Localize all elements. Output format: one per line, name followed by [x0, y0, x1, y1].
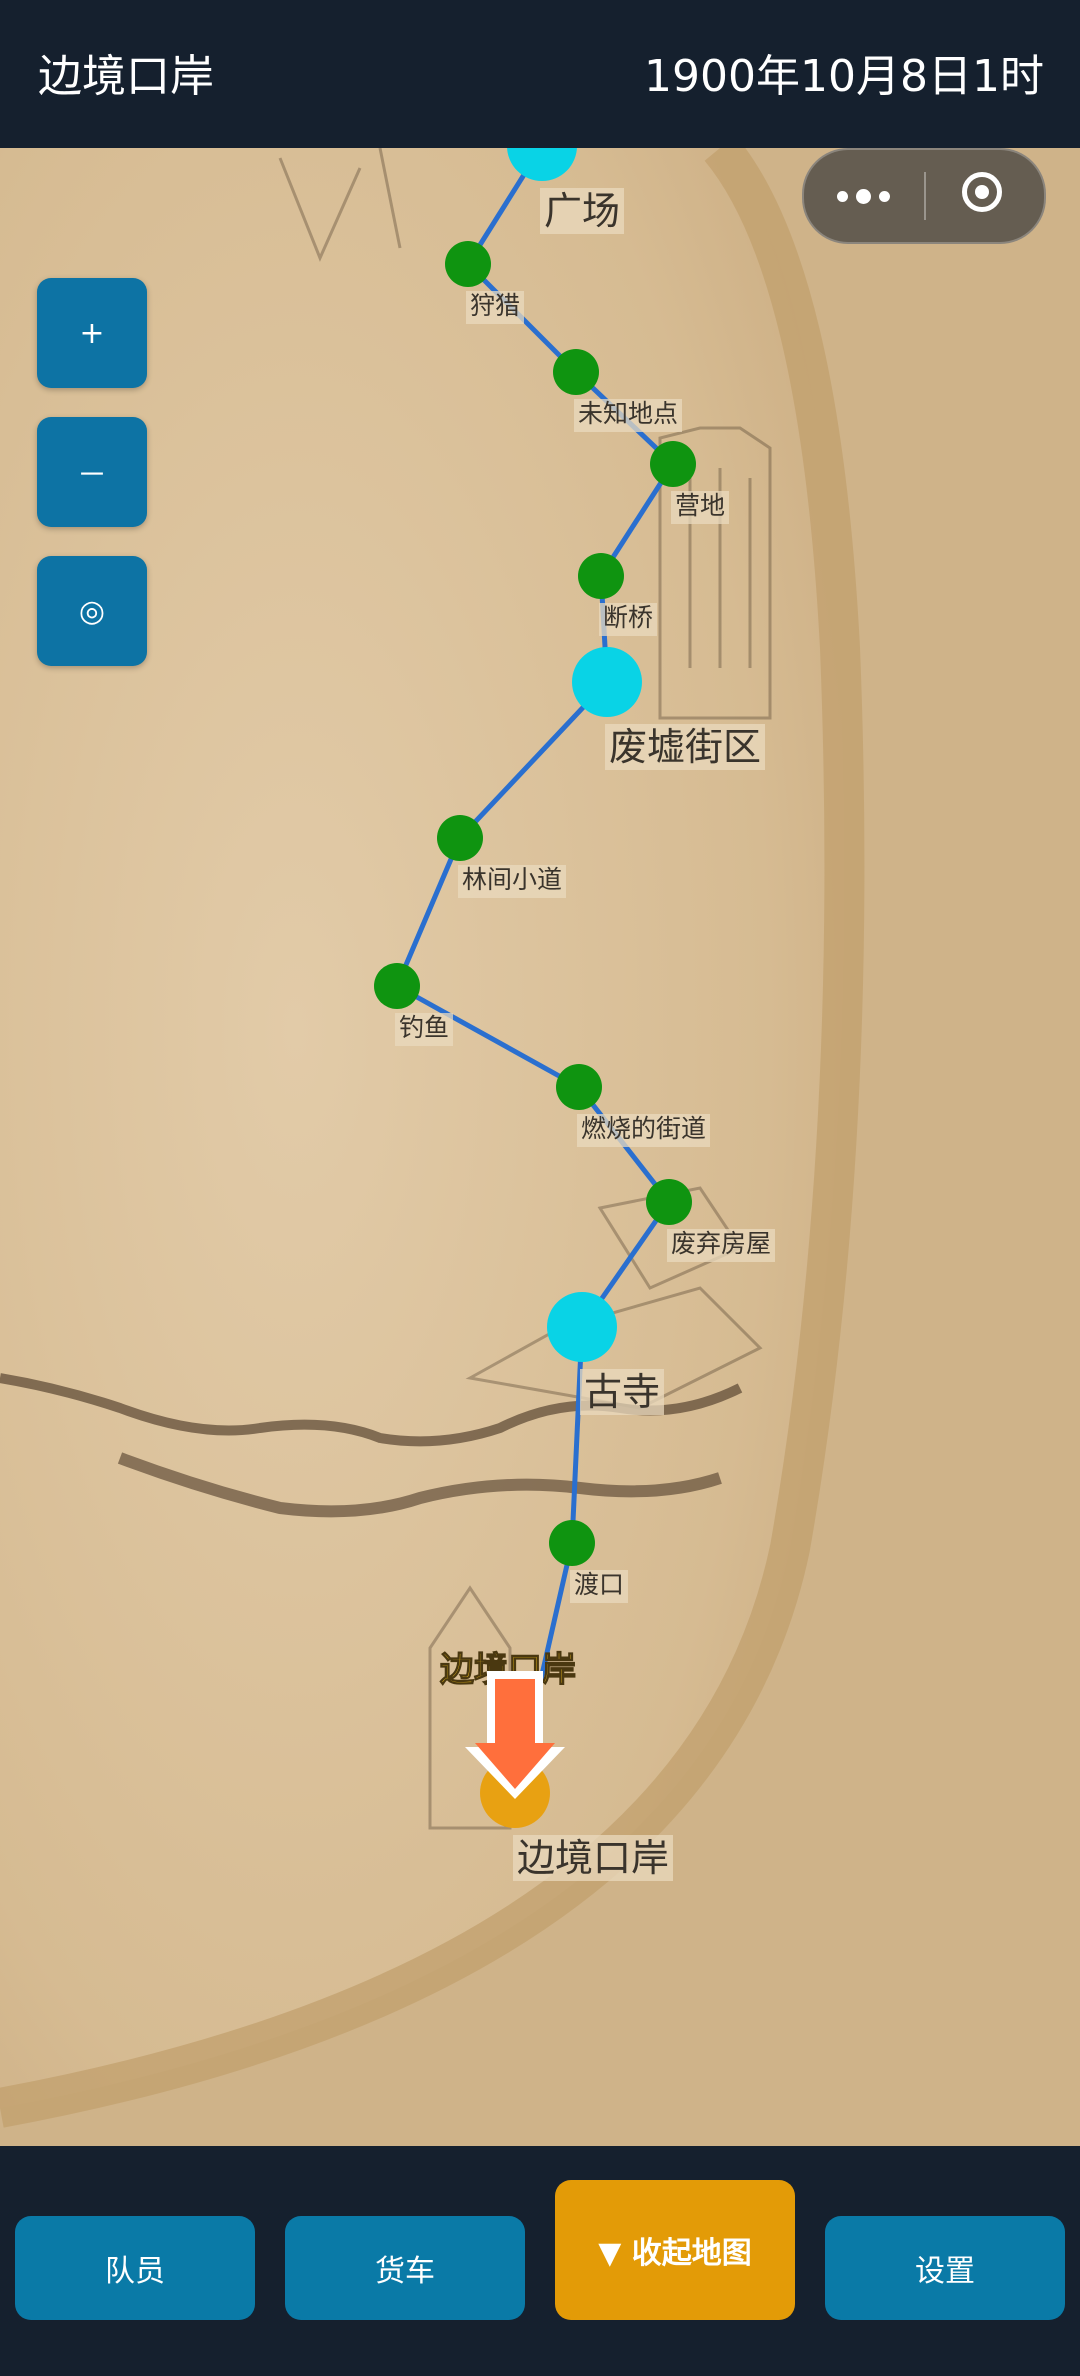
map-node-label: 边境口岸	[517, 1836, 669, 1880]
locate-button[interactable]: ◎	[37, 556, 147, 666]
top-bar: 边境口岸 1900年10月8日1时	[0, 0, 1080, 148]
capsule-divider	[924, 172, 926, 220]
members-button[interactable]: 队员	[15, 2216, 255, 2320]
map-node-marker[interactable]	[553, 349, 599, 395]
map-node-marker[interactable]	[556, 1064, 602, 1110]
map-node-label: 钓鱼	[399, 1013, 449, 1042]
map-node-marker[interactable]	[374, 963, 420, 1009]
map-node-label: 渡口	[574, 1570, 624, 1599]
map-node-label: 未知地点	[578, 399, 678, 428]
game-datetime: 1900年10月8日1时	[644, 51, 1044, 102]
more-dots-icon[interactable]	[804, 150, 922, 242]
map-node-marker[interactable]	[650, 441, 696, 487]
map-node-label: 营地	[675, 491, 725, 520]
truck-button[interactable]: 货车	[285, 2216, 525, 2320]
map-node-label: 废弃房屋	[671, 1229, 771, 1258]
map-node-label: 广场	[544, 189, 620, 233]
zoom-in-button[interactable]: +	[37, 278, 147, 388]
map-node-marker[interactable]	[437, 815, 483, 861]
page-title: 边境口岸	[38, 51, 214, 102]
map-node-label: 断桥	[603, 603, 653, 632]
map-node-label: 燃烧的街道	[581, 1114, 706, 1143]
map-node-label: 废墟街区	[609, 725, 761, 769]
zoom-out-button[interactable]: －	[37, 417, 147, 527]
bottom-nav: 队员 货车 ▼ 收起地图 设置	[0, 2146, 1080, 2376]
map-node-marker[interactable]	[572, 647, 642, 717]
settings-button[interactable]: 设置	[825, 2216, 1065, 2320]
map-node-marker[interactable]	[547, 1292, 617, 1362]
map-node-marker[interactable]	[445, 241, 491, 287]
map-node-label: 林间小道	[462, 865, 562, 894]
map-node-marker[interactable]	[646, 1179, 692, 1225]
map-node-label: 古寺	[584, 1370, 660, 1414]
collapse-map-button[interactable]: ▼ 收起地图	[555, 2180, 795, 2320]
map-canvas: 广场狩猎未知地点营地断桥废墟街区林间小道钓鱼燃烧的街道废弃房屋古寺渡口边境口岸 …	[0, 148, 1080, 2146]
map-node-label: 狩猎	[470, 291, 520, 320]
world-map[interactable]: 广场 狩猎 未知地点 营地 断桥 废墟街区 林间小道 钓鱼 燃烧的街道 废弃房屋 古寺 渡口 边境口岸 …	[0, 148, 1080, 2146]
miniprogram-capsule	[802, 148, 1046, 244]
map-node-marker[interactable]	[549, 1520, 595, 1566]
map-node-marker[interactable]	[578, 553, 624, 599]
target-close-icon[interactable]	[962, 172, 1002, 212]
